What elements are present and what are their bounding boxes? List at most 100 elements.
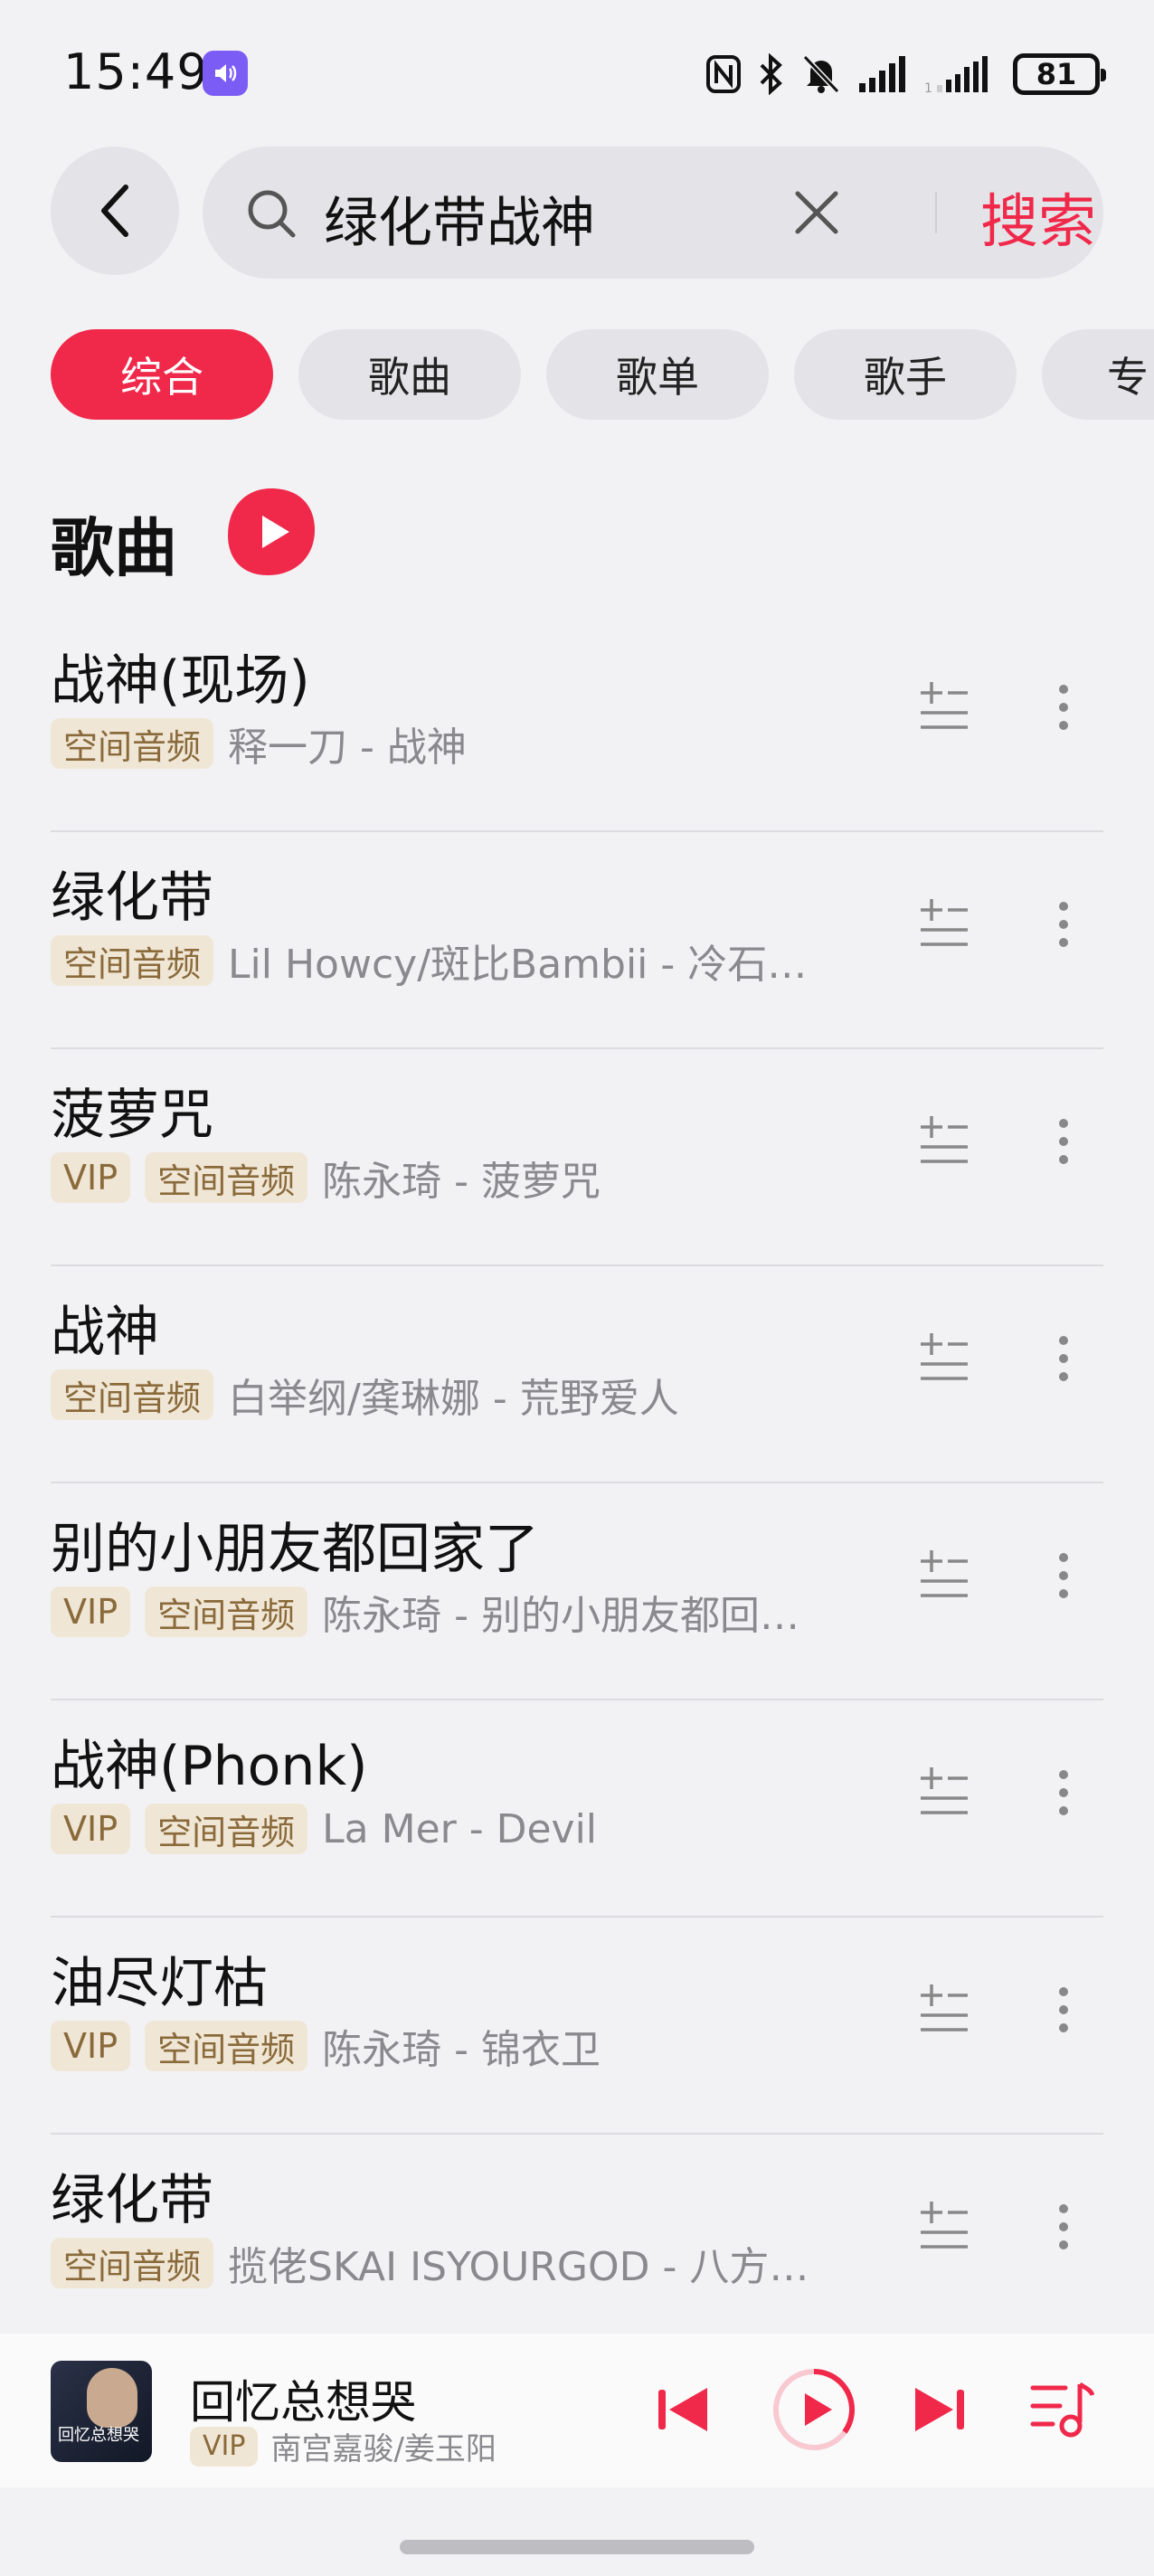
divider bbox=[935, 192, 937, 233]
add-to-playlist-icon[interactable] bbox=[917, 1328, 971, 1382]
previous-icon[interactable] bbox=[655, 2381, 713, 2439]
play-all-icon[interactable] bbox=[224, 485, 318, 579]
now-playing-artist: 南宫嘉骏/姜玉阳 bbox=[270, 2431, 497, 2467]
now-playing-meta: VIP 南宫嘉骏/姜玉阳 bbox=[190, 2424, 497, 2468]
song-artist-album: 释一刀 - 战神 bbox=[228, 724, 467, 771]
spatial-audio-badge: 空间音频 bbox=[145, 1586, 308, 1637]
vip-badge: VIP bbox=[51, 1152, 131, 1203]
status-time: 15:49 bbox=[63, 43, 209, 100]
song-row[interactable]: 菠萝咒 VIP 空间音频 陈永琦 - 菠萝咒 bbox=[51, 1049, 1103, 1266]
more-icon[interactable] bbox=[1055, 1333, 1073, 1384]
song-meta: 空间音频 白举纲/龚琳娜 - 荒野爱人 bbox=[51, 1368, 679, 1422]
tab-comprehensive[interactable]: 综合 bbox=[51, 329, 273, 420]
song-artist-album: 揽佬SKAI ISYOURGOD - 八方… bbox=[228, 2244, 809, 2290]
song-list: 战神(现场) 空间音频 释一刀 - 战神 绿化带 空间音频 Lil Howcy/… bbox=[51, 615, 1103, 2352]
song-title: 战神 bbox=[51, 1301, 159, 1364]
add-to-playlist-icon[interactable] bbox=[917, 1111, 971, 1165]
status-bar: 15:49 1 81 bbox=[0, 0, 1154, 145]
vip-badge: VIP bbox=[51, 1586, 131, 1637]
mini-player[interactable]: 回忆总想哭 回忆总想哭 VIP 南宫嘉骏/姜玉阳 bbox=[0, 2334, 1154, 2487]
song-title: 别的小朋友都回家了 bbox=[51, 1518, 539, 1581]
vip-badge: VIP bbox=[51, 2021, 131, 2071]
song-artist-album: 陈永琦 - 锦衣卫 bbox=[322, 2027, 601, 2073]
mute-bell-icon bbox=[802, 54, 840, 94]
song-meta: VIP 空间音频 陈永琦 - 锦衣卫 bbox=[51, 2019, 601, 2073]
spatial-audio-badge: 空间音频 bbox=[145, 1152, 308, 1203]
song-meta: VIP 空间音频 陈永琦 - 别的小朋友都回… bbox=[51, 1585, 799, 1639]
cover-title: 回忆总想哭 bbox=[58, 2426, 139, 2445]
playlist-icon[interactable] bbox=[1029, 2379, 1094, 2440]
song-artist-album: Lil Howcy/斑比Bambii - 冷石… bbox=[228, 942, 808, 988]
song-title: 油尽灯枯 bbox=[51, 1952, 268, 2015]
battery-level: 81 bbox=[1036, 57, 1077, 91]
back-button[interactable] bbox=[51, 147, 179, 275]
tab-songs[interactable]: 歌曲 bbox=[298, 329, 521, 420]
vip-badge: VIP bbox=[51, 1804, 131, 1854]
more-icon[interactable] bbox=[1055, 1984, 1073, 2035]
chevron-left-icon bbox=[101, 185, 128, 237]
song-title: 菠萝咒 bbox=[51, 1084, 213, 1147]
song-row[interactable]: 别的小朋友都回家了 VIP 空间音频 陈永琦 - 别的小朋友都回… bbox=[51, 1483, 1103, 1700]
song-title: 战神(现场) bbox=[51, 649, 310, 713]
song-row[interactable]: 战神(现场) 空间音频 释一刀 - 战神 bbox=[51, 615, 1103, 832]
battery-indicator: 81 bbox=[1013, 53, 1106, 95]
spatial-audio-badge: 空间音频 bbox=[51, 935, 214, 986]
add-to-playlist-icon[interactable] bbox=[917, 677, 971, 731]
song-artist-album: 陈永琦 - 菠萝咒 bbox=[322, 1159, 601, 1205]
song-row[interactable]: 绿化带 空间音频 Lil Howcy/斑比Bambii - 冷石… bbox=[51, 832, 1103, 1049]
tab-playlists[interactable]: 歌单 bbox=[546, 329, 769, 420]
tab-albums[interactable]: 专 bbox=[1042, 329, 1154, 420]
spatial-audio-badge: 空间音频 bbox=[51, 2238, 214, 2288]
spatial-audio-badge: 空间音频 bbox=[145, 2021, 308, 2071]
search-input[interactable]: 绿化带战神 搜索 bbox=[203, 147, 1103, 279]
album-cover[interactable]: 回忆总想哭 bbox=[51, 2361, 152, 2462]
spatial-audio-badge: 空间音频 bbox=[51, 718, 214, 769]
more-icon[interactable] bbox=[1055, 682, 1073, 733]
now-playing-title: 回忆总想哭 bbox=[190, 2376, 416, 2429]
song-meta: VIP 空间音频 La Mer - Devil bbox=[51, 1802, 597, 1856]
song-row[interactable]: 战神(Phonk) VIP 空间音频 La Mer - Devil bbox=[51, 1700, 1103, 1918]
song-title: 绿化带 bbox=[51, 867, 213, 930]
more-icon[interactable] bbox=[1055, 1550, 1073, 1601]
bluetooth-icon bbox=[760, 53, 782, 95]
signal-icon bbox=[859, 56, 905, 92]
status-icons: 1 81 bbox=[705, 49, 1106, 99]
more-icon[interactable] bbox=[1055, 2202, 1073, 2252]
play-icon[interactable] bbox=[771, 2366, 857, 2453]
add-to-playlist-icon[interactable] bbox=[917, 1762, 971, 1816]
song-title: 绿化带 bbox=[51, 2169, 213, 2232]
section-title: 歌曲 bbox=[51, 511, 177, 585]
home-indicator[interactable] bbox=[400, 2540, 754, 2554]
song-row[interactable]: 油尽灯枯 VIP 空间音频 陈永琦 - 锦衣卫 bbox=[51, 1918, 1103, 2135]
more-icon[interactable] bbox=[1055, 899, 1073, 950]
tab-artists[interactable]: 歌手 bbox=[794, 329, 1017, 420]
song-row[interactable]: 绿化带 空间音频 揽佬SKAI ISYOURGOD - 八方… bbox=[51, 2135, 1103, 2352]
song-meta: 空间音频 揽佬SKAI ISYOURGOD - 八方… bbox=[51, 2236, 809, 2290]
more-icon[interactable] bbox=[1055, 1767, 1073, 1818]
song-artist-album: La Mer - Devil bbox=[322, 1805, 598, 1852]
song-meta: 空间音频 释一刀 - 战神 bbox=[51, 716, 467, 771]
search-query[interactable]: 绿化带战神 bbox=[324, 179, 595, 258]
add-to-playlist-icon[interactable] bbox=[917, 894, 971, 948]
close-icon[interactable] bbox=[790, 186, 843, 239]
spatial-audio-badge: 空间音频 bbox=[145, 1804, 308, 1854]
song-title: 战神(Phonk) bbox=[51, 1735, 368, 1798]
search-icon bbox=[248, 190, 296, 238]
search-button[interactable]: 搜索 bbox=[980, 175, 1096, 259]
next-icon[interactable] bbox=[910, 2381, 968, 2439]
more-icon[interactable] bbox=[1055, 1116, 1073, 1167]
song-row[interactable]: 战神 空间音频 白举纲/龚琳娜 - 荒野爱人 bbox=[51, 1266, 1103, 1483]
vip-badge: VIP bbox=[190, 2426, 259, 2467]
svg-text:1: 1 bbox=[924, 81, 932, 94]
category-tabs: 综合 歌曲 歌单 歌手 专 bbox=[51, 329, 1154, 420]
song-artist-album: 白举纲/龚琳娜 - 荒野爱人 bbox=[228, 1376, 679, 1422]
song-artist-album: 陈永琦 - 别的小朋友都回… bbox=[322, 1593, 799, 1639]
spatial-audio-badge: 空间音频 bbox=[51, 1369, 214, 1420]
volume-icon bbox=[203, 51, 248, 96]
song-meta: VIP 空间音频 陈永琦 - 菠萝咒 bbox=[51, 1151, 601, 1205]
nfc-icon bbox=[706, 55, 741, 93]
add-to-playlist-icon[interactable] bbox=[917, 1545, 971, 1599]
add-to-playlist-icon[interactable] bbox=[917, 2196, 971, 2250]
add-to-playlist-icon[interactable] bbox=[917, 1979, 971, 2033]
signal-2-icon: 1 bbox=[924, 56, 988, 94]
